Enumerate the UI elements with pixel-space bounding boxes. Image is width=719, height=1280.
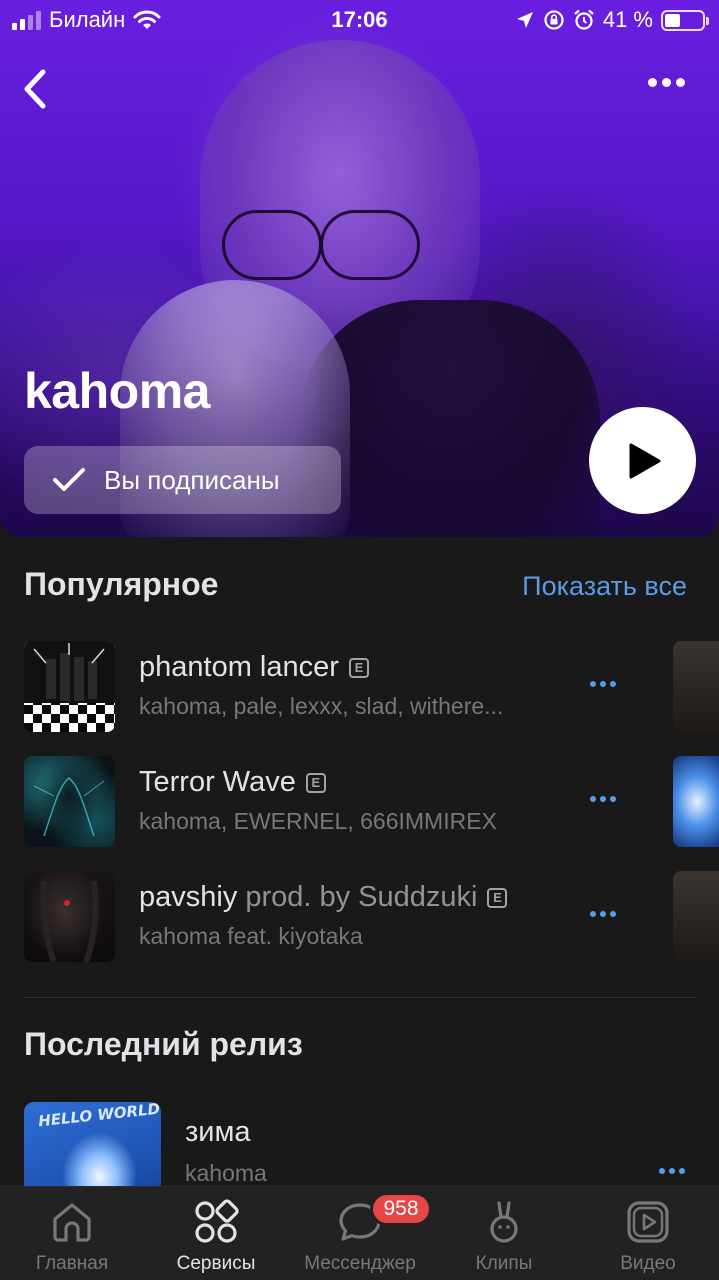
tab-label: Главная — [35, 1253, 109, 1274]
next-column-cover[interactable] — [673, 756, 719, 847]
track-artists: kahoma, EWERNEL, 666IMMIREX — [139, 808, 497, 834]
video-icon — [627, 1201, 669, 1243]
home-icon — [53, 1203, 91, 1242]
play-button[interactable] — [589, 407, 696, 514]
status-right: 41 % — [515, 7, 709, 33]
subscribed-button[interactable]: Вы подписаны — [24, 446, 341, 514]
explicit-badge: E — [348, 657, 369, 678]
track-title-subtitle: prod. by Suddzuki — [245, 881, 478, 913]
album-title: зима — [185, 1116, 251, 1148]
tab-label: Видео — [620, 1253, 676, 1274]
location-icon — [516, 12, 533, 28]
tab-label: Клипы — [475, 1253, 533, 1274]
more-horizontal-icon — [659, 1168, 665, 1174]
cover-glasses-left — [222, 210, 322, 280]
tab-label: Мессенджер — [304, 1253, 416, 1274]
alarm-icon — [574, 9, 594, 30]
back-button[interactable] — [18, 66, 58, 112]
track-title-text: phantom lancer — [139, 651, 339, 683]
tab-clips[interactable]: Клипы — [432, 1187, 576, 1280]
play-icon — [629, 443, 660, 478]
tab-bar: Главная Сервисы Мессенджер Клипы Видео — [0, 1186, 719, 1280]
album-more-button[interactable] — [659, 1168, 685, 1174]
battery-fill — [665, 13, 680, 27]
messenger-unread-badge: 958 — [370, 1192, 432, 1226]
track-artists: kahoma feat. kiyotaka — [139, 923, 363, 949]
subscribed-label: Вы подписаны — [104, 464, 280, 495]
tab-home[interactable]: Главная — [0, 1187, 144, 1280]
clips-icon — [490, 1201, 518, 1243]
status-bar: Билайн 17:06 41 % — [0, 0, 719, 40]
track-cover — [24, 756, 115, 847]
track-more-button[interactable] — [590, 911, 616, 917]
more-horizontal-icon — [590, 796, 596, 802]
cover-glasses-right — [320, 210, 420, 280]
latest-release-title: Последний релиз — [24, 1026, 303, 1062]
track-title-text: pavshiy — [139, 881, 238, 913]
check-icon — [53, 468, 85, 491]
track-cover — [24, 871, 115, 962]
album-cover-text: HELLO WORLD — [37, 1102, 161, 1131]
tab-video[interactable]: Видео — [576, 1187, 719, 1280]
latest-release-item[interactable]: HELLO WORLD зима kahoma — [24, 1102, 696, 1239]
track-more-button[interactable] — [590, 796, 616, 802]
show-all-link[interactable]: Показать все — [522, 571, 687, 602]
popular-section-title: Популярное — [24, 566, 219, 602]
lock-rotation-icon — [544, 10, 564, 30]
section-divider — [24, 997, 696, 998]
more-horizontal-icon — [590, 681, 596, 687]
battery-icon — [661, 9, 709, 31]
explicit-badge: E — [487, 887, 508, 908]
tab-services[interactable]: Сервисы — [144, 1187, 288, 1280]
explicit-badge: E — [305, 772, 326, 793]
album-artist: kahoma — [185, 1160, 267, 1186]
tab-label: Сервисы — [176, 1253, 256, 1274]
more-button[interactable] — [648, 78, 685, 87]
track-row[interactable]: pavshiy prod. by Suddzuki E kahoma feat.… — [24, 871, 696, 963]
services-icon — [195, 1199, 239, 1243]
battery-percent: 41 % — [602, 7, 653, 32]
track-cover — [24, 641, 115, 732]
more-horizontal-icon — [590, 911, 596, 917]
track-title-text: Terror Wave — [139, 766, 296, 798]
track-title: phantom lancer E — [139, 651, 369, 684]
track-title: Terror Wave E — [139, 766, 326, 799]
track-more-button[interactable] — [590, 681, 616, 687]
more-horizontal-icon — [648, 78, 657, 87]
chevron-left-icon — [24, 69, 46, 109]
track-title: pavshiy prod. by Suddzuki E — [139, 881, 508, 914]
next-column-cover[interactable] — [673, 871, 719, 962]
track-row[interactable]: phantom lancer E kahoma, pale, lexxx, sl… — [24, 641, 696, 733]
track-artists: kahoma, pale, lexxx, slad, withere... — [139, 693, 504, 719]
artist-name: kahoma — [24, 363, 210, 419]
next-column-cover[interactable] — [673, 641, 719, 732]
track-row[interactable]: Terror Wave E kahoma, EWERNEL, 666IMMIRE… — [24, 756, 696, 848]
